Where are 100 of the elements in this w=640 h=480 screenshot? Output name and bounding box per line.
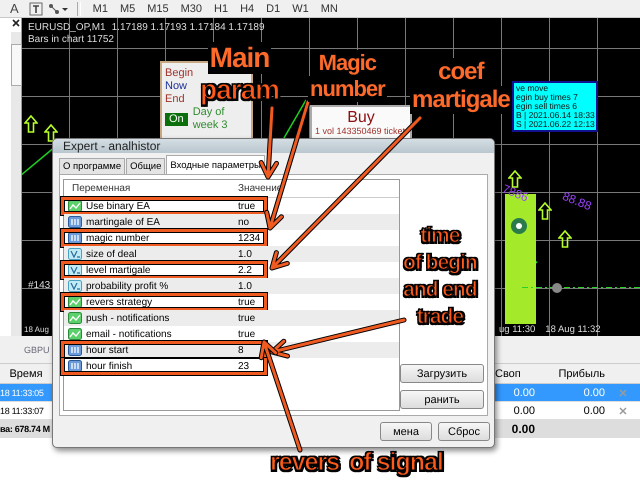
dialog-button[interactable]: Загрузить (400, 364, 484, 383)
trend-line (283, 99, 307, 139)
parameter-value: true (238, 296, 256, 308)
stats-line: ve move (516, 84, 550, 93)
annotation-label: number (308, 76, 387, 102)
parameter-row[interactable]: push - notifications true (64, 310, 399, 326)
stats-line: S | 2021.06.22 12:13 (516, 120, 594, 129)
timeframe-button[interactable]: MN (316, 1, 342, 16)
close-icon (619, 406, 627, 414)
annotation-label: and end (403, 277, 477, 303)
column-header: Своп (495, 368, 522, 380)
parameter-row[interactable]: probability profit % 1.0 (64, 278, 399, 294)
annotation-label: time (420, 223, 460, 249)
annotation-label: of begin (403, 250, 477, 276)
symbol-tab[interactable]: GBPU (24, 344, 50, 354)
scrollbar[interactable] (11, 32, 21, 336)
annotation-label: revers (270, 447, 340, 477)
parameter-name: hour finish (86, 360, 132, 372)
timeframe-button[interactable]: H4 (236, 1, 258, 16)
parameter-name: email - notifications (86, 328, 172, 340)
parameter-row[interactable]: hour finish 23 (64, 358, 399, 374)
timeframe-button[interactable]: M5 (116, 1, 140, 16)
parameter-value: 1.0 (238, 280, 252, 292)
tab[interactable]: Общие (126, 158, 166, 174)
parameter-name: martingale of EA (86, 216, 160, 228)
parameter-value: no (238, 216, 250, 228)
up-arrow-icon (44, 124, 58, 142)
parameter-name: revers strategy (86, 296, 152, 308)
table-cell-text: 18 11:33:07 (0, 406, 45, 416)
begin-time: Begin (165, 67, 194, 80)
annotation-label: coef (436, 58, 486, 86)
table-cell-text: 0.00 (582, 386, 605, 398)
text-tool[interactable]: A (4, 1, 25, 16)
parameter-value: 1234 (238, 232, 260, 244)
parameter-row[interactable]: martingale of EA no (64, 214, 399, 230)
timeframe-button[interactable]: H1 (210, 1, 232, 16)
shapes-icon (46, 2, 69, 16)
table-cell-text: 18 11:33:05 (0, 388, 45, 398)
parameter-name: level martigale (86, 264, 150, 276)
parameter-value: true (238, 200, 256, 212)
table-cell-text: 0.00 (582, 404, 605, 416)
dialog-button[interactable]: Сброс (438, 422, 490, 441)
tab[interactable]: О программе (59, 158, 126, 174)
parameter-name: Use binary EA (86, 200, 150, 212)
annotation-label: martigale (410, 86, 512, 114)
table-cell-text: 0.00 (512, 386, 535, 398)
parameter-value: true (238, 312, 256, 324)
chart-symbol: EURUSD_OP,M1 (28, 22, 106, 33)
close-icon (11, 18, 21, 28)
timeframe-button[interactable]: M30 (176, 1, 206, 16)
column-header: Время (8, 368, 44, 380)
tab[interactable]: Входные параметры (166, 155, 265, 174)
stats-line: egin sell times 6 (516, 102, 578, 111)
table-cell-text: 0.00 (510, 422, 535, 436)
circle-marker-icon (551, 282, 563, 294)
up-arrow-icon (538, 202, 552, 220)
axis-label: 18 Aug 11:32 (545, 324, 601, 334)
dialog-button[interactable]: ранить (400, 390, 484, 409)
current-time: Now (165, 80, 188, 93)
timeframe-button[interactable]: D1 (262, 1, 284, 16)
parameter-row[interactable]: magic number 1234 (64, 230, 399, 246)
parameter-value: 8 (238, 344, 244, 356)
annotation-label: of signal (349, 447, 443, 477)
trade-ticket: 1 vol 143350469 ticket (315, 126, 406, 137)
balance-summary: ва: 678.74 M (0, 424, 51, 434)
price-label: 7886 (500, 182, 530, 204)
parameter-row[interactable]: email - notifications true (64, 326, 399, 342)
window-title: Expert - analhistor (63, 139, 160, 153)
timeframe-button[interactable]: W1 (288, 1, 313, 16)
parameter-name: hour start (86, 344, 128, 356)
table-cell-text: 0.00 (512, 404, 535, 416)
parameter-row[interactable]: size of deal 1.0 (64, 246, 399, 262)
parameter-name: magic number (86, 232, 150, 244)
parameter-name: push - notifications (86, 312, 170, 324)
timeframe-button[interactable]: M15 (143, 1, 173, 16)
text-box-icon (28, 2, 43, 16)
up-arrow-icon (24, 115, 38, 133)
dialog-button[interactable]: мена (380, 422, 432, 441)
parameter-row[interactable]: level martigale 2.2 (64, 262, 399, 278)
column-header: Переменная (71, 183, 132, 194)
parameter-value: 1.0 (238, 248, 252, 260)
weekday-label: Day of week 3 (192, 106, 229, 132)
axis-label: ug 11:30 (499, 324, 536, 334)
axis-label: 18 Aug (24, 324, 50, 334)
parameter-name: size of deal (86, 248, 137, 260)
target-icon (510, 217, 528, 235)
parameter-row[interactable]: revers strategy true (64, 294, 399, 310)
stats-line: egin buy times 7 (516, 93, 579, 102)
parameter-row[interactable]: Use binary EA true (64, 198, 399, 214)
close-icon (619, 388, 627, 396)
bars-count: Bars in chart 11752 (28, 34, 115, 46)
parameter-value: true (238, 328, 256, 340)
trade-direction: Buy (346, 109, 376, 126)
annotation-label: Main (208, 42, 272, 74)
annotation-label: trade (416, 304, 463, 330)
column-header: Прибыль (557, 368, 605, 380)
timeframe-button[interactable]: M1 (88, 1, 112, 16)
price-label: 88.88 (560, 188, 594, 214)
parameter-value: 23 (238, 360, 250, 372)
order-label: #143 (28, 280, 50, 291)
